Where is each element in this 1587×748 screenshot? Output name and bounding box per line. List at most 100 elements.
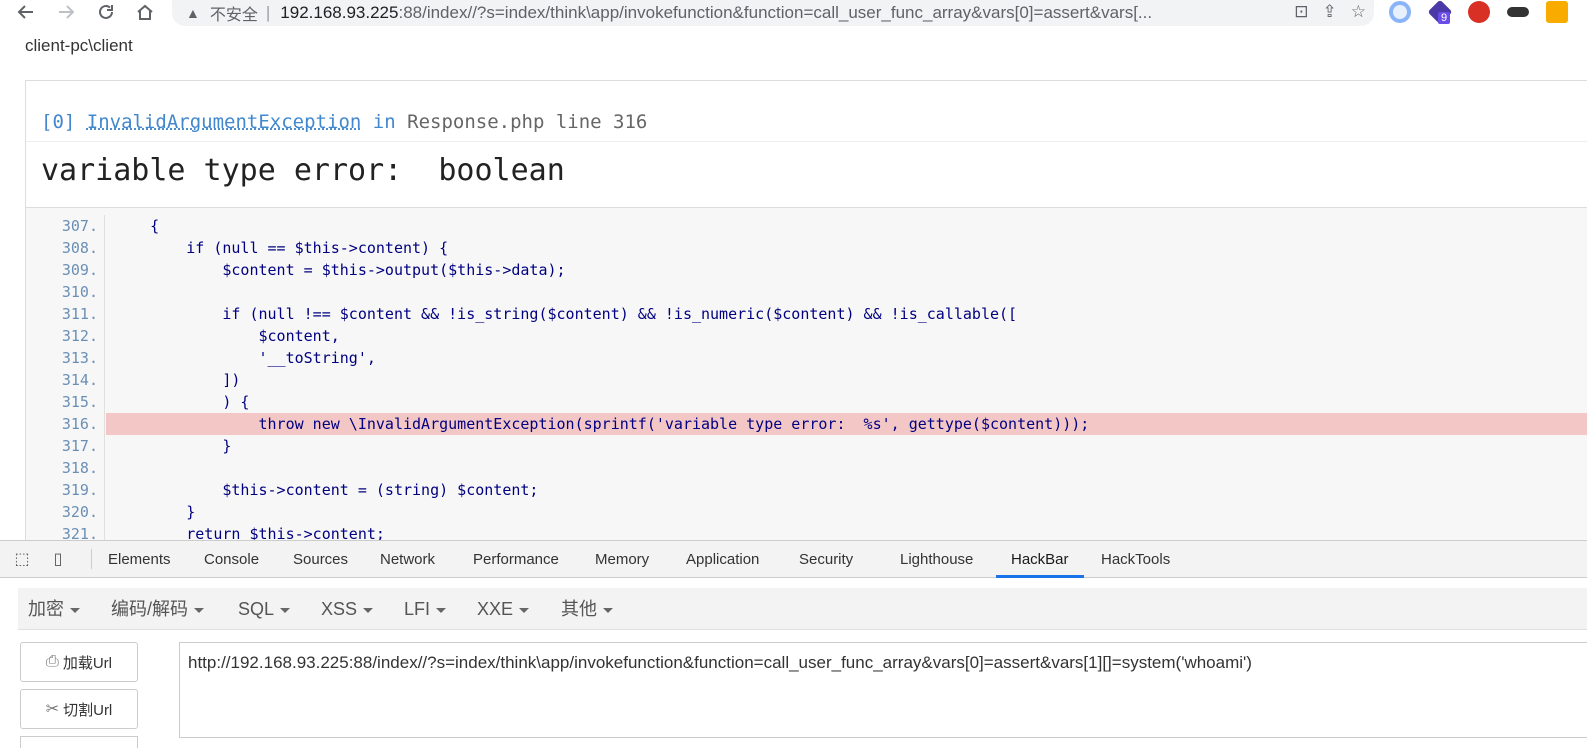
menu-xxe-dropdown[interactable]: XXE <box>477 588 530 630</box>
security-label[interactable]: 不安全 <box>210 1 258 25</box>
exception-file: Response.php line 316 <box>407 111 648 133</box>
home-button[interactable] <box>133 0 157 24</box>
translate-icon[interactable]: ⊡ <box>1294 2 1308 22</box>
hackbar-url-textarea[interactable]: http://192.168.93.225:88/index//?s=index… <box>179 642 1587 738</box>
exception-panel: [0] InvalidArgumentException in Response… <box>25 80 1587 551</box>
code-gutter <box>104 215 105 237</box>
code-line: 312. $content, <box>26 325 1587 347</box>
line-number: 315. <box>61 393 98 411</box>
line-source: ]) <box>114 371 241 389</box>
load-url-icon: ⎙ <box>46 653 59 670</box>
menu-xss-dropdown[interactable]: XSS <box>321 588 374 630</box>
tab-hacktools[interactable]: HackTools <box>1101 541 1170 578</box>
exception-index: [0] <box>41 111 76 133</box>
warning-triangle-icon[interactable]: ▲ <box>186 5 200 21</box>
extension-badge: 9 <box>1438 12 1451 24</box>
menu-lfi-dropdown[interactable]: LFI <box>404 588 447 630</box>
menu-other-dropdown[interactable]: 其他 <box>561 588 613 630</box>
extension-download-icon[interactable] <box>1546 1 1568 23</box>
menu-encrypt-dropdown[interactable]: 加密 <box>28 588 80 630</box>
exception-header: [0] InvalidArgumentException in Response… <box>41 111 647 133</box>
code-line: 310. <box>26 281 1587 303</box>
menu-encode-decode-dropdown[interactable]: 编码/解码 <box>111 588 205 630</box>
tab-memory[interactable]: Memory <box>595 541 649 578</box>
line-number: 320. <box>61 503 98 521</box>
line-number: 309. <box>61 261 98 279</box>
line-source: ) { <box>114 393 250 411</box>
code-line: 308. if (null == $this->content) { <box>26 237 1587 259</box>
tab-hackbar[interactable]: HackBar <box>996 541 1084 578</box>
load-url-button[interactable]: ⎙ 加载Url <box>20 642 138 682</box>
address-bar[interactable]: ▲ 不安全 | 192.168.93.225:88/index//?s=inde… <box>172 0 1374 26</box>
menu-sql-dropdown[interactable]: SQL <box>238 588 291 630</box>
code-line: 307. { <box>26 215 1587 237</box>
tab-console[interactable]: Console <box>204 541 259 578</box>
extension-mask-icon[interactable] <box>1507 7 1529 17</box>
split-url-button[interactable]: ✂ 切割Url <box>20 689 138 729</box>
exception-class-link[interactable]: InvalidArgumentException <box>87 111 362 133</box>
arrow-right-icon <box>59 5 75 19</box>
line-number: 317. <box>61 437 98 455</box>
reload-button[interactable] <box>94 0 118 24</box>
code-gutter <box>104 237 105 259</box>
menu-label: XSS <box>321 599 358 619</box>
execute-button[interactable] <box>20 736 138 748</box>
code-gutter <box>104 259 105 281</box>
code-gutter <box>104 457 105 479</box>
code-gutter <box>104 369 105 391</box>
load-url-label: 加载Url <box>62 654 112 672</box>
tab-network[interactable]: Network <box>380 541 435 578</box>
extension-circle-icon[interactable] <box>1389 1 1411 23</box>
line-number: 307. <box>61 217 98 235</box>
menu-label: SQL <box>238 599 275 619</box>
menu-label: 编码/解码 <box>111 599 189 619</box>
tab-elements[interactable]: Elements <box>108 541 171 578</box>
divider <box>91 549 92 569</box>
line-source: throw new \InvalidArgumentException(spri… <box>106 413 1587 435</box>
device-toolbar-icon[interactable]: ▯ <box>48 549 68 569</box>
inspect-element-icon[interactable]: ⬚ <box>12 549 32 569</box>
code-gutter <box>104 347 105 369</box>
tab-security[interactable]: Security <box>799 541 853 578</box>
source-code-block: 307. {308. if (null == $this->content) {… <box>26 207 1587 551</box>
divider <box>26 141 1587 142</box>
line-number: 316. <box>61 415 98 433</box>
tab-application[interactable]: Application <box>686 541 759 578</box>
exception-in: in <box>372 111 396 133</box>
line-source: $content, <box>114 327 340 345</box>
line-source: $this->content = (string) $content; <box>114 481 539 499</box>
home-icon <box>137 4 153 20</box>
code-gutter <box>104 325 105 347</box>
hackbar-menu: 加密 编码/解码 SQL XSS LFI XXE 其他 <box>18 588 1587 630</box>
scissors-icon: ✂ <box>45 701 60 718</box>
forward-button[interactable] <box>54 0 78 24</box>
tab-sources[interactable]: Sources <box>293 541 348 578</box>
line-number: 319. <box>61 481 98 499</box>
tab-performance[interactable]: Performance <box>473 541 559 578</box>
line-number: 313. <box>61 349 98 367</box>
code-line: 317. } <box>26 435 1587 457</box>
line-source: if (null == $this->content) { <box>114 239 449 257</box>
code-line: 319. $this->content = (string) $content; <box>26 479 1587 501</box>
extension-santa-icon[interactable] <box>1468 1 1490 23</box>
chevron-down-icon <box>280 607 291 613</box>
bookmark-star-icon[interactable]: ☆ <box>1351 2 1366 22</box>
menu-label: LFI <box>404 599 431 619</box>
code-line-highlighted: 316. throw new \InvalidArgumentException… <box>26 413 1587 435</box>
chevron-down-icon <box>70 607 80 613</box>
line-number: 308. <box>61 239 98 257</box>
chevron-down-icon <box>519 607 530 613</box>
line-number: 318. <box>61 459 98 477</box>
share-icon[interactable]: ⇪ <box>1323 2 1337 22</box>
code-line: 311. if (null !== $content && !is_string… <box>26 303 1587 325</box>
devtools-panel: ⬚ ▯ Elements Console Sources Network Perform… <box>0 540 1587 748</box>
code-line: 318. <box>26 457 1587 479</box>
code-gutter <box>104 281 105 303</box>
back-button[interactable] <box>14 0 38 24</box>
tab-lighthouse[interactable]: Lighthouse <box>900 541 973 578</box>
code-line: 315. ) { <box>26 391 1587 413</box>
chevron-down-icon <box>603 607 613 613</box>
code-line: 309. $content = $this->output($this->dat… <box>26 259 1587 281</box>
command-output: client-pc\client <box>25 36 133 55</box>
menu-label: XXE <box>477 599 514 619</box>
